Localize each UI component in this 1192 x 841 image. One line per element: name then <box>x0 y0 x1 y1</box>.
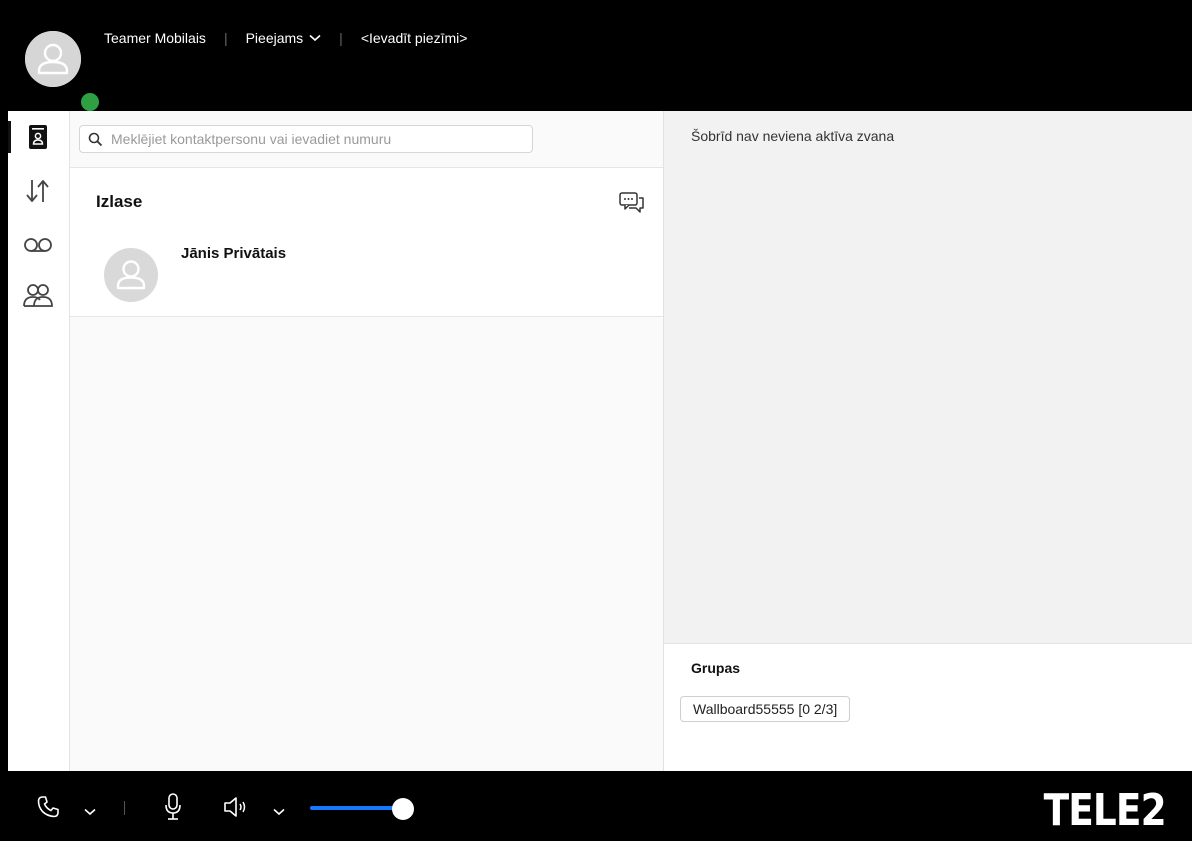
group-chip[interactable]: Wallboard55555 [0 2/3] <box>680 696 851 722</box>
presence-indicator <box>79 91 101 113</box>
person-icon <box>116 260 146 290</box>
nav-call-history[interactable] <box>20 175 56 207</box>
contact-name: Jānis Privātais <box>181 245 287 262</box>
microphone-icon <box>165 793 181 820</box>
chat-button[interactable] <box>619 192 645 216</box>
nav-groups[interactable] <box>20 279 56 311</box>
nav-contacts[interactable] <box>8 121 56 153</box>
search-box[interactable] <box>79 125 533 153</box>
note-field[interactable]: <Ievadīt piezīmi> <box>361 30 468 46</box>
volume-slider[interactable] <box>310 798 418 820</box>
brand-logo: TELE2 <box>1043 785 1167 836</box>
contacts-book-icon <box>29 125 47 149</box>
microphone-button[interactable] <box>164 793 182 826</box>
header-divider: | <box>339 30 343 46</box>
list-item[interactable]: Jānis Privātais <box>70 236 663 317</box>
phone-options-button[interactable] <box>84 803 96 821</box>
phone-button[interactable] <box>36 795 60 824</box>
voicemail-icon <box>24 238 52 252</box>
app-window: Teamer Mobilais | Pieejams | <Ievadīt pi… <box>8 8 1192 841</box>
chat-bubbles-icon <box>619 192 644 213</box>
chevron-down-icon <box>84 808 96 816</box>
toolbar-divider <box>124 801 125 815</box>
groups-icon <box>23 284 53 307</box>
call-history-arrows-icon <box>26 180 49 202</box>
header-divider: | <box>223 30 228 46</box>
empty-calls-message: Šobrīd nav neviena aktīva zvana <box>691 128 895 144</box>
active-calls-panel: Šobrīd nav neviena aktīva zvana <box>664 111 1192 643</box>
volume-knob[interactable] <box>392 798 414 820</box>
speaker-icon <box>224 797 246 817</box>
person-icon <box>25 31 81 87</box>
status-label: Pieejams <box>245 30 304 46</box>
status-dropdown[interactable]: Pieejams <box>246 30 322 46</box>
user-avatar[interactable] <box>25 31 101 113</box>
chevron-down-icon <box>309 34 321 42</box>
nav-voicemail[interactable] <box>20 229 56 261</box>
search-icon <box>88 132 103 147</box>
phone-icon <box>37 796 59 818</box>
bottom-toolbar: TELE2 <box>8 771 1192 841</box>
contacts-panel: Izlase Jānis Privātais <box>70 111 664 771</box>
avatar <box>104 248 158 302</box>
speaker-options-button[interactable] <box>273 803 285 821</box>
favorites-header: Izlase <box>70 167 663 237</box>
section-title: Izlase <box>96 192 143 211</box>
groups-panel: Grupas Wallboard55555 [0 2/3] <box>664 643 1192 771</box>
top-header: Teamer Mobilais | Pieejams | <Ievadīt pi… <box>8 8 1192 113</box>
nav-rail <box>8 111 70 771</box>
user-name: Teamer Mobilais <box>104 30 206 46</box>
search-input[interactable] <box>109 130 532 148</box>
chevron-down-icon <box>273 808 285 816</box>
groups-title: Grupas <box>691 660 741 676</box>
header-info: Teamer Mobilais | Pieejams | <Ievadīt pi… <box>104 30 467 46</box>
speaker-button[interactable] <box>223 795 251 824</box>
